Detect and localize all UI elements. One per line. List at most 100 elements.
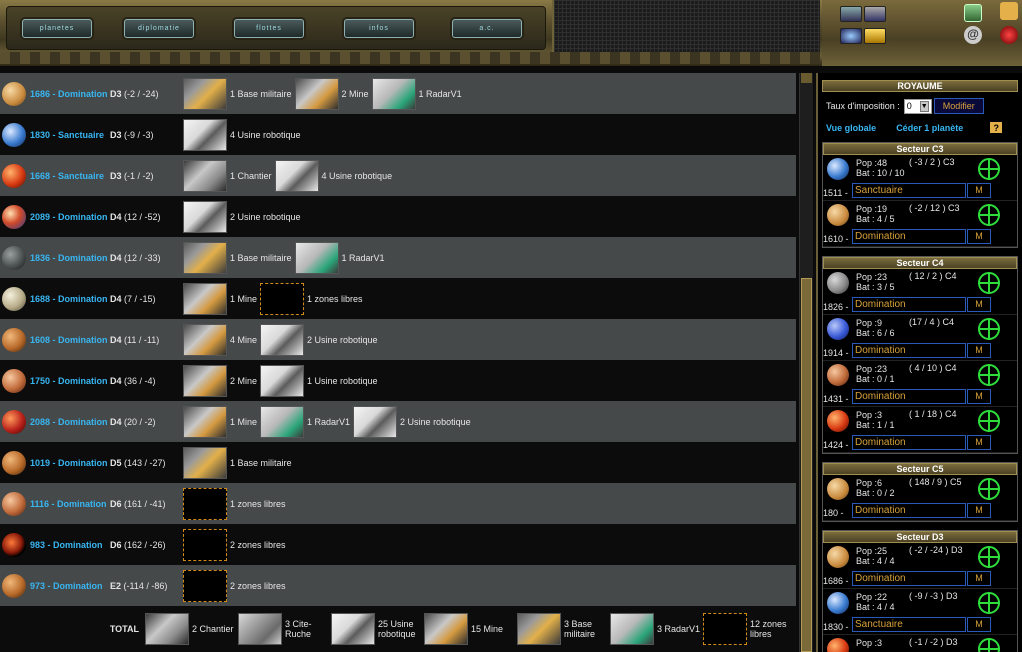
radar-building-icon[interactable] — [294, 241, 339, 274]
planet-icon[interactable] — [827, 638, 849, 652]
planet-icon[interactable] — [827, 272, 849, 294]
planet-icon[interactable] — [827, 546, 849, 568]
usine-building-icon[interactable] — [183, 118, 227, 151]
planet-name-field[interactable]: Domination — [852, 343, 966, 358]
mine-building-icon[interactable] — [183, 282, 227, 315]
planet-name-link[interactable]: 1686 - Domination — [30, 89, 110, 99]
nav-infos-button[interactable]: infos — [344, 19, 414, 38]
planet-name-field[interactable]: Sanctuaire — [852, 617, 966, 632]
quit-icon[interactable] — [1000, 26, 1018, 44]
base-building-icon[interactable] — [183, 241, 227, 274]
usine-building-icon[interactable] — [183, 200, 227, 233]
free-building-icon[interactable] — [260, 282, 305, 315]
planet-name-field[interactable]: Domination — [852, 503, 966, 518]
planet-name-link[interactable]: 973 - Domination — [30, 581, 110, 591]
mine-building-icon[interactable] — [183, 323, 227, 356]
quick-icon-3[interactable] — [840, 28, 862, 44]
usine-building-icon[interactable] — [260, 323, 305, 356]
nav-ac-button[interactable]: a.c. — [452, 19, 522, 38]
planet-name-field[interactable]: Sanctuaire — [852, 183, 966, 198]
target-crosshair-icon[interactable] — [978, 204, 1000, 226]
planet-name-link[interactable]: 2089 - Domination — [30, 212, 110, 222]
planet-icon[interactable] — [2, 81, 26, 106]
planet-icon[interactable] — [2, 409, 26, 434]
planet-icon[interactable] — [2, 286, 26, 311]
tax-select[interactable]: 0 ▼ — [903, 98, 932, 114]
planet-icon[interactable] — [827, 318, 849, 340]
nav-diplomatie-button[interactable]: diplomatie — [124, 19, 194, 38]
target-crosshair-icon[interactable] — [978, 364, 1000, 386]
free-building-icon[interactable] — [183, 487, 227, 520]
radar-building-icon[interactable] — [371, 77, 416, 110]
planet-name-field[interactable]: Domination — [852, 571, 966, 586]
planet-name-link[interactable]: 1608 - Domination — [30, 335, 110, 345]
modify-button[interactable]: M — [967, 183, 991, 198]
planet-name-field[interactable]: Domination — [852, 435, 966, 450]
planet-icon[interactable] — [827, 478, 849, 500]
planet-icon[interactable] — [827, 364, 849, 386]
mine-building-icon[interactable] — [183, 405, 227, 438]
quick-icon-1[interactable] — [840, 6, 862, 22]
planet-icon[interactable] — [2, 122, 26, 147]
planet-icon[interactable] — [2, 327, 26, 352]
usine-building-icon[interactable] — [274, 159, 319, 192]
target-crosshair-icon[interactable] — [978, 478, 1000, 500]
vue-globale-link[interactable]: Vue globale — [826, 123, 876, 133]
planet-icon[interactable] — [827, 592, 849, 614]
radar-building-icon[interactable] — [260, 405, 305, 438]
scroll-up-arrow[interactable] — [801, 73, 812, 83]
target-crosshair-icon[interactable] — [978, 158, 1000, 180]
planet-name-link[interactable]: 983 - Domination — [30, 540, 110, 550]
modify-button[interactable]: M — [967, 389, 991, 404]
planet-name-link[interactable]: 1830 - Sanctuaire — [30, 130, 110, 140]
planet-icon[interactable] — [827, 204, 849, 226]
help-icon[interactable]: ? — [989, 121, 1004, 134]
planet-name-field[interactable]: Domination — [852, 229, 966, 244]
modify-button[interactable]: M — [967, 229, 991, 244]
target-crosshair-icon[interactable] — [978, 410, 1000, 432]
planet-icon[interactable] — [827, 410, 849, 432]
list-scrollbar[interactable] — [799, 73, 813, 652]
planet-name-field[interactable]: Domination — [852, 389, 966, 404]
mine-building-icon[interactable] — [294, 77, 339, 110]
planet-icon[interactable] — [2, 368, 26, 393]
nav-flottes-button[interactable]: flottes — [234, 19, 304, 38]
planet-icon[interactable] — [827, 158, 849, 180]
help-icon[interactable] — [1000, 2, 1018, 20]
usine-building-icon[interactable] — [353, 405, 398, 438]
modify-button[interactable]: M — [967, 503, 991, 518]
modify-button[interactable]: M — [967, 435, 991, 450]
planet-icon[interactable] — [2, 573, 26, 598]
ceder-planete-link[interactable]: Céder 1 planète — [896, 123, 963, 133]
target-crosshair-icon[interactable] — [978, 318, 1000, 340]
planet-name-link[interactable]: 1668 - Sanctuaire — [30, 171, 110, 181]
planet-name-link[interactable]: 1019 - Domination — [30, 458, 110, 468]
nav-planetes-button[interactable]: planetes — [22, 19, 92, 38]
modifier-button[interactable]: Modifier — [933, 98, 984, 114]
target-crosshair-icon[interactable] — [978, 272, 1000, 294]
planet-name-link[interactable]: 1750 - Domination — [30, 376, 110, 386]
planet-icon[interactable] — [2, 532, 26, 557]
quick-icon-2[interactable] — [864, 6, 886, 22]
base-building-icon[interactable] — [183, 446, 227, 479]
mine-building-icon[interactable] — [183, 364, 227, 397]
modify-button[interactable]: M — [967, 571, 991, 586]
quick-icon-4[interactable] — [864, 28, 886, 44]
planet-name-field[interactable]: Domination — [852, 297, 966, 312]
planet-icon[interactable] — [2, 204, 26, 229]
target-crosshair-icon[interactable] — [978, 638, 1000, 652]
modify-button[interactable]: M — [967, 343, 991, 358]
green-square-icon[interactable] — [964, 4, 982, 22]
planet-name-link[interactable]: 1836 - Domination — [30, 253, 110, 263]
modify-button[interactable]: M — [967, 297, 991, 312]
modify-button[interactable]: M — [967, 617, 991, 632]
free-building-icon[interactable] — [183, 569, 227, 602]
planet-icon[interactable] — [2, 450, 26, 475]
usine-building-icon[interactable] — [260, 364, 305, 397]
chantier-building-icon[interactable] — [183, 159, 227, 192]
planet-name-link[interactable]: 1116 - Domination — [30, 499, 110, 509]
scroll-thumb[interactable] — [801, 278, 812, 652]
planet-icon[interactable] — [2, 491, 26, 516]
planet-name-link[interactable]: 1688 - Domination — [30, 294, 110, 304]
at-sign-icon[interactable]: @ — [964, 26, 982, 44]
